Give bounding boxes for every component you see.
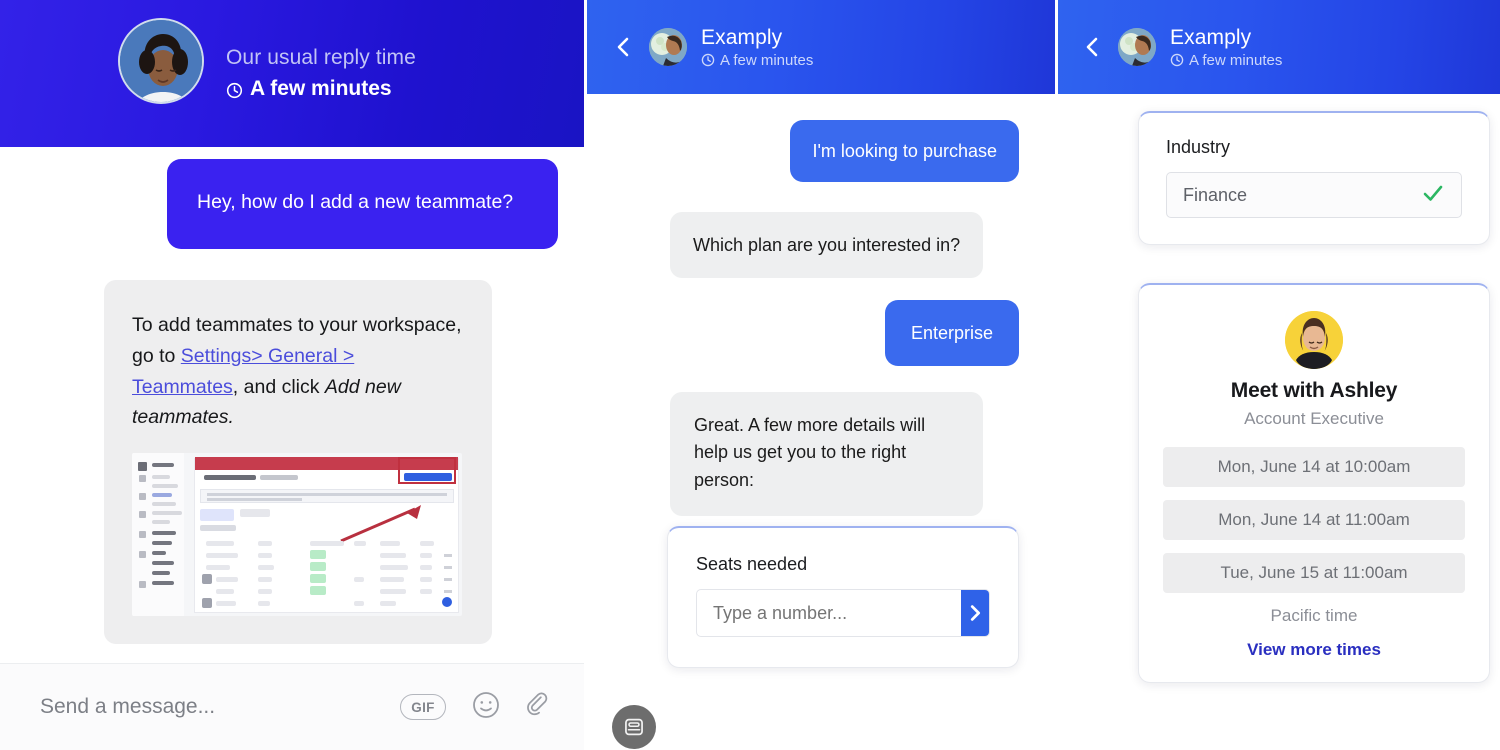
time-slot-option[interactable]: Mon, June 14 at 10:00am bbox=[1163, 447, 1465, 487]
back-chevron-icon[interactable] bbox=[613, 36, 635, 58]
messenger-launcher-icon[interactable] bbox=[612, 705, 656, 749]
screenshot-sidebar-icon bbox=[139, 581, 146, 589]
time-slot-option[interactable]: Tue, June 15 at 11:00am bbox=[1163, 553, 1465, 593]
seats-needed-label: Seats needed bbox=[696, 554, 808, 574]
screenshot-sidebar-group bbox=[152, 551, 166, 556]
message-bubble-bot: Great. A few more details will help us g… bbox=[670, 392, 983, 517]
panel2-message-list: I'm looking to purchase Which plan are y… bbox=[587, 94, 1055, 750]
message-bubble-user: I'm looking to purchase bbox=[790, 120, 1019, 183]
seats-input[interactable] bbox=[697, 590, 961, 636]
reply-time-label: Our usual reply time bbox=[226, 46, 416, 69]
screenshot-sidebar-item bbox=[152, 475, 170, 480]
screenshot-sidebar-item bbox=[152, 502, 176, 507]
screenshot-search-field bbox=[200, 525, 236, 532]
panel3-message-list: Industry Finance Meet with Ashley Accoun… bbox=[1058, 94, 1500, 750]
panel2-header-text: Examply A few minutes bbox=[701, 26, 813, 69]
screenshot-filter-chip bbox=[200, 509, 234, 522]
settings-teammates-screenshot[interactable] bbox=[132, 453, 462, 617]
message-bubble-user: Enterprise bbox=[884, 300, 1019, 367]
view-more-times-link[interactable]: View more times bbox=[1163, 640, 1465, 660]
panel-conversation-booking: Examply A few minutes Industry Finance M… bbox=[1058, 0, 1500, 750]
meeting-booking-card: Meet with Ashley Account Executive Mon, … bbox=[1138, 283, 1490, 683]
green-check-icon bbox=[1421, 181, 1445, 210]
smiley-icon[interactable] bbox=[472, 691, 500, 724]
back-chevron-icon[interactable] bbox=[1082, 36, 1104, 58]
agent-avatar bbox=[1118, 28, 1156, 66]
industry-selected-value: Finance bbox=[1183, 184, 1248, 205]
screenshot-sidebar-icon bbox=[139, 475, 146, 483]
panel1-message-list: Hey, how do I add a new teammate? To add… bbox=[0, 147, 584, 750]
screenshot-sidebar-icon bbox=[139, 531, 146, 539]
company-name: Examply bbox=[1170, 25, 1252, 49]
agent-avatar bbox=[649, 28, 687, 66]
screenshot-sidebar-logo bbox=[138, 462, 147, 472]
ashley-avatar bbox=[1285, 311, 1343, 369]
reply-time-value: A few minutes bbox=[250, 77, 392, 100]
screenshot-sidebar-item bbox=[152, 520, 170, 525]
screenshot-add-teammate-button bbox=[404, 473, 452, 482]
screenshot-page-subtitle bbox=[260, 475, 298, 481]
panel2-header: Examply A few minutes bbox=[587, 0, 1055, 94]
screenshot-sidebar-item bbox=[152, 511, 182, 516]
screenshot-sidebar-group bbox=[152, 561, 174, 566]
screenshot-sidebar-title bbox=[152, 463, 174, 468]
screenshot-sidebar-group bbox=[152, 581, 174, 586]
send-message-input[interactable]: Send a message... bbox=[40, 695, 400, 719]
message-bubble-user: Hey, how do I add a new teammate? bbox=[167, 159, 558, 249]
screenshot-page-title bbox=[204, 475, 256, 481]
reply-time-row: A few minutes bbox=[701, 52, 813, 69]
industry-select[interactable]: Finance bbox=[1166, 172, 1462, 218]
screenshot-sidebar-group bbox=[152, 541, 172, 546]
clock-icon bbox=[1170, 53, 1184, 67]
reply-time-value: A few minutes bbox=[1189, 51, 1283, 69]
panel3-header: Examply A few minutes bbox=[1058, 0, 1500, 94]
submit-seats-button[interactable] bbox=[961, 590, 989, 636]
screenshot-red-arrow bbox=[337, 501, 427, 543]
company-name: Examply bbox=[701, 25, 783, 49]
screenshot-sidebar-icon bbox=[139, 551, 146, 559]
panel-conversation-support: Our usual reply time A few minutes Hey, … bbox=[0, 0, 584, 750]
message-bubble-bot: Which plan are you interested in? bbox=[670, 212, 984, 279]
clock-icon bbox=[701, 53, 715, 67]
message-bubble-bot: To add teammates to your workspace, go t… bbox=[104, 280, 492, 645]
screenshot-sidebar-item bbox=[152, 484, 178, 489]
agent-avatar bbox=[118, 18, 204, 104]
bot-message-text: To add teammates to your workspace, go t… bbox=[132, 310, 465, 433]
paperclip-icon[interactable] bbox=[526, 691, 554, 724]
screenshot-sidebar-group bbox=[152, 571, 170, 576]
gif-icon[interactable]: GIF bbox=[400, 694, 446, 720]
screenshot-filter-chip bbox=[240, 509, 270, 518]
screenshot-sidebar-item-active bbox=[152, 493, 172, 498]
industry-label: Industry bbox=[1166, 137, 1231, 157]
industry-card: Industry Finance bbox=[1138, 111, 1490, 245]
timezone-label: Pacific time bbox=[1270, 606, 1358, 625]
bot-text-part-2: , and click bbox=[232, 375, 325, 398]
reply-time-row: A few minutes bbox=[1170, 52, 1282, 69]
clock-icon bbox=[226, 81, 243, 98]
screenshot-sidebar-icon bbox=[139, 511, 146, 519]
screenshot-sidebar-group bbox=[152, 531, 176, 536]
meeting-title: Meet with Ashley bbox=[1230, 379, 1398, 402]
panel1-header: Our usual reply time A few minutes bbox=[0, 0, 584, 147]
panel-conversation-sales-qualify: Examply A few minutes I'm looking to pur… bbox=[587, 0, 1055, 750]
reply-time-value: A few minutes bbox=[720, 51, 814, 69]
screenshot-sidebar-icon bbox=[139, 493, 146, 501]
seats-input-row bbox=[696, 589, 990, 637]
three-panel-messenger-screenshot: Our usual reply time A few minutes Hey, … bbox=[0, 0, 1500, 750]
panel3-header-text: Examply A few minutes bbox=[1170, 26, 1282, 69]
composer-icon-group: GIF bbox=[400, 691, 554, 724]
seats-needed-card: Seats needed bbox=[667, 526, 1019, 668]
meeting-role: Account Executive bbox=[1244, 409, 1384, 428]
message-composer[interactable]: Send a message... GIF bbox=[0, 663, 584, 750]
time-slot-option[interactable]: Mon, June 14 at 11:00am bbox=[1163, 500, 1465, 540]
panel1-header-text: Our usual reply time A few minutes bbox=[226, 46, 416, 101]
reply-time-row: A few minutes bbox=[226, 77, 416, 101]
